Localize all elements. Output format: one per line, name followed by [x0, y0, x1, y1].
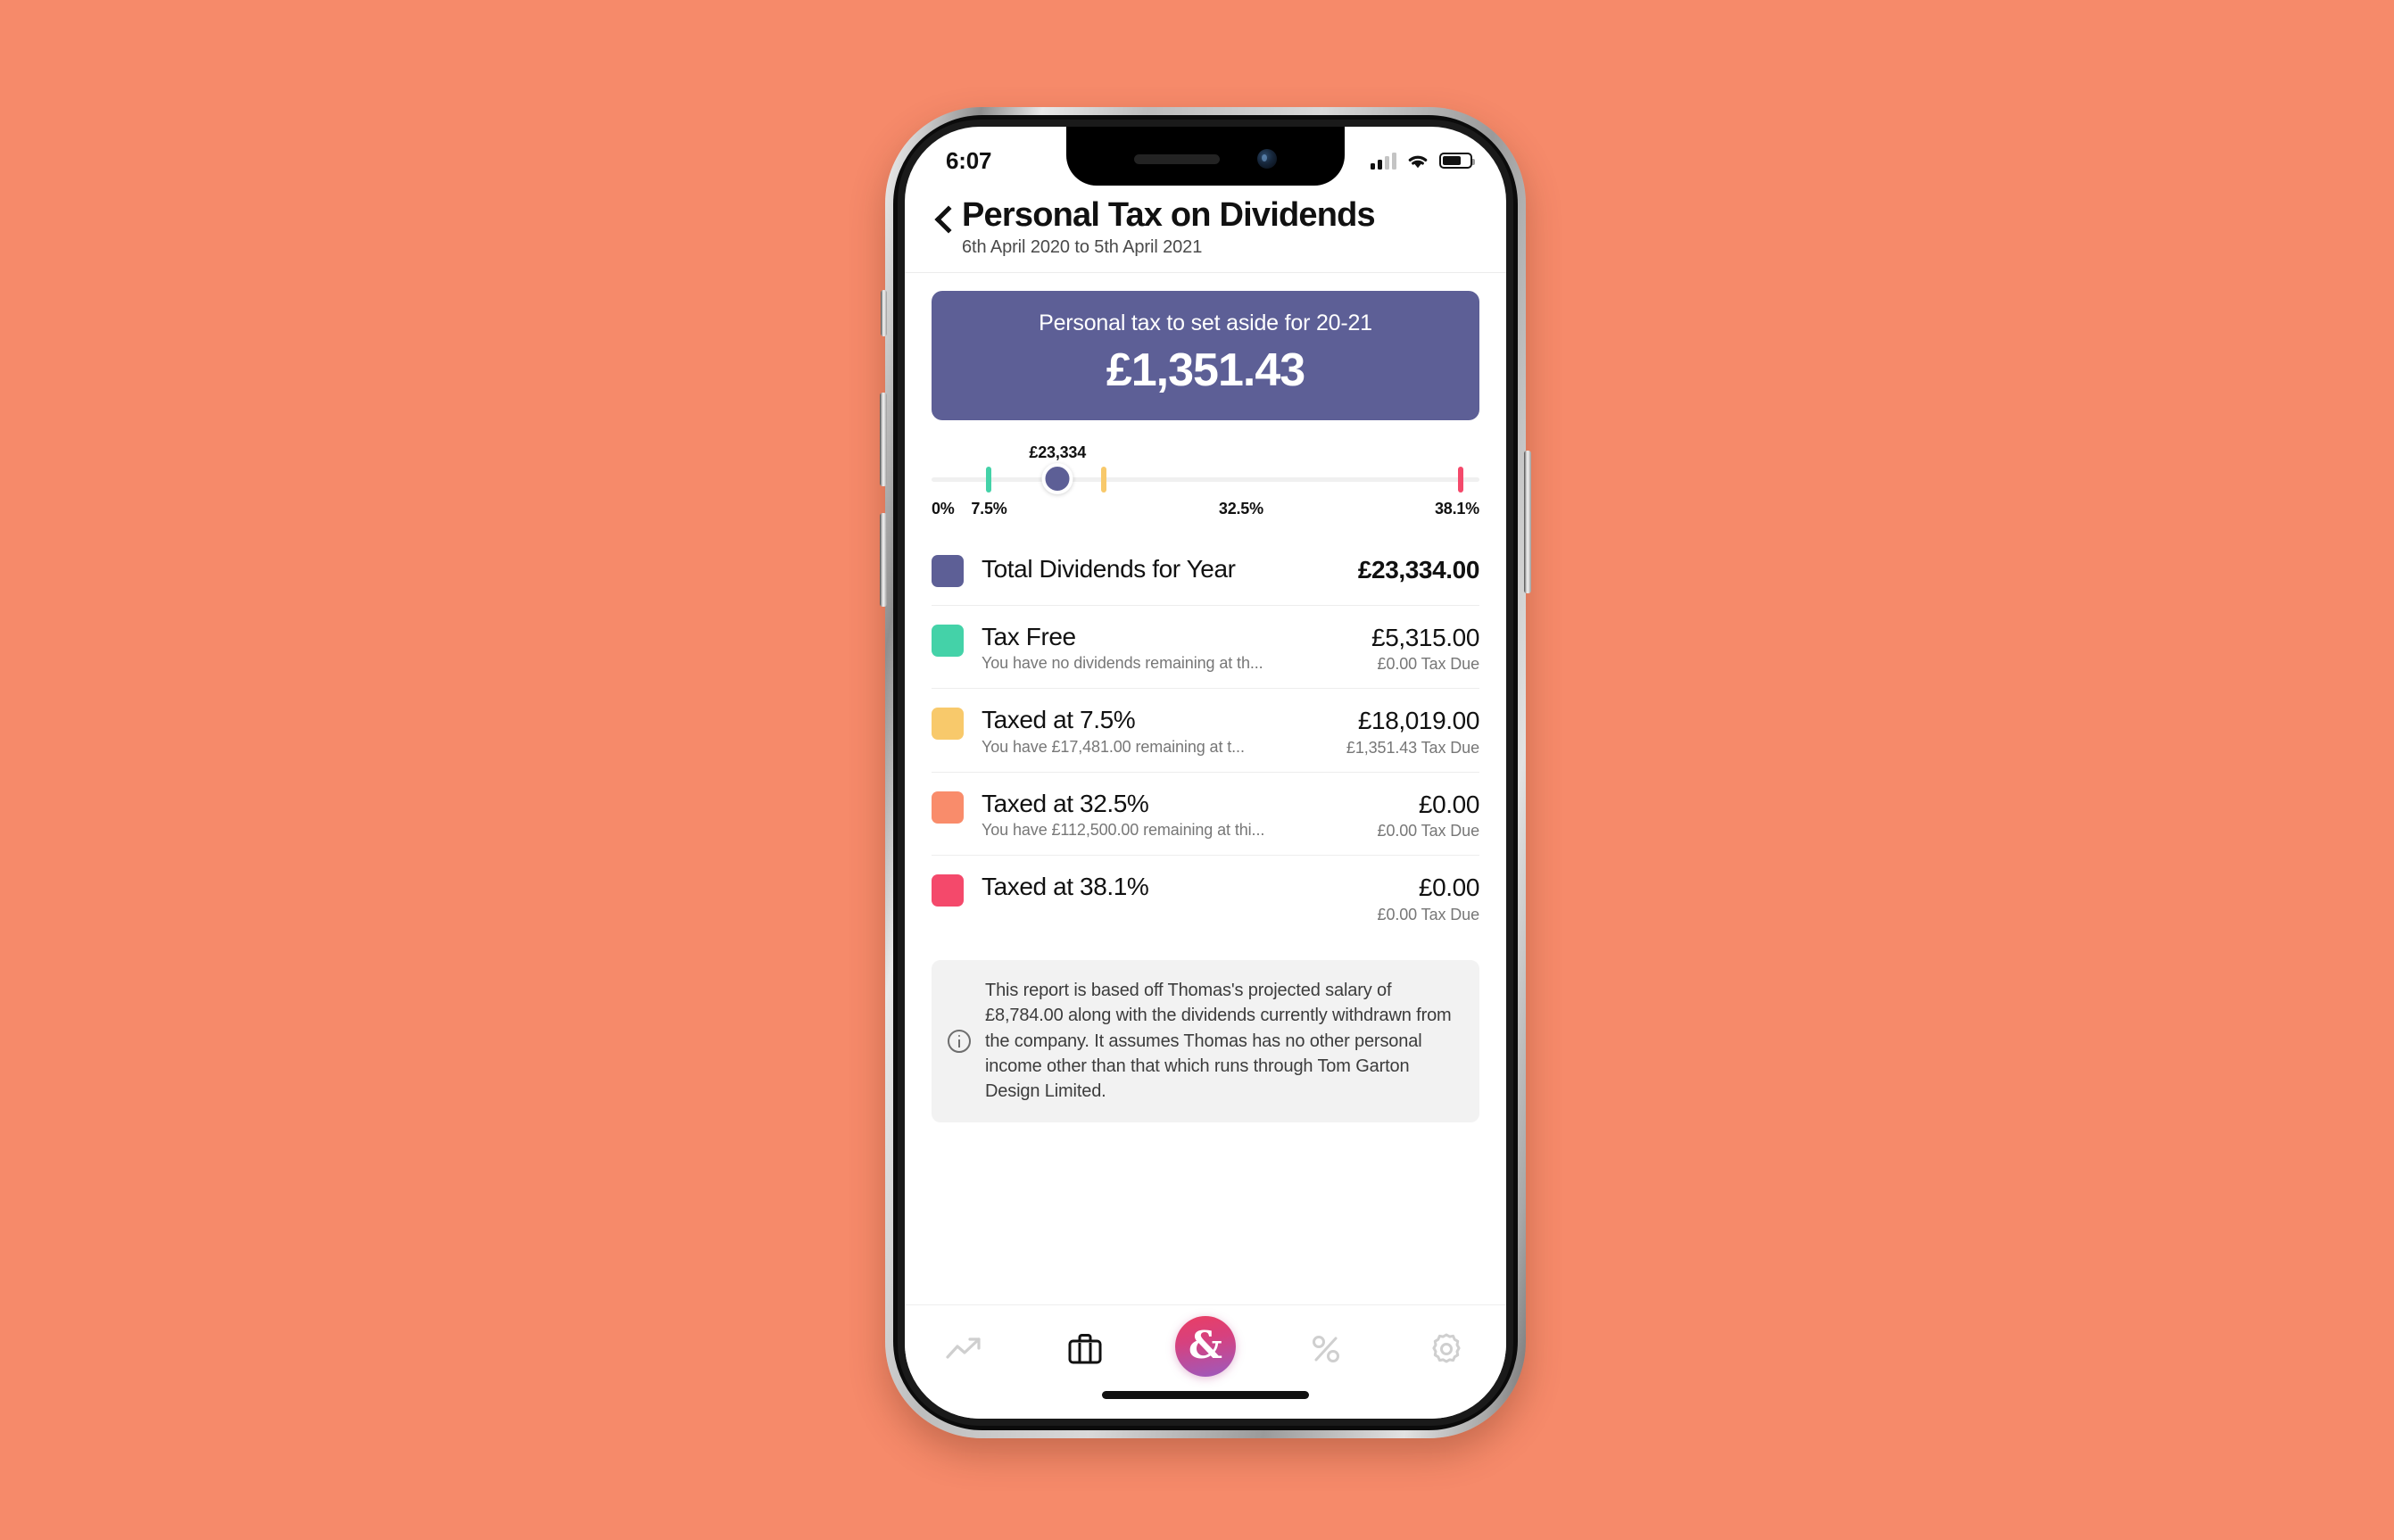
tab-ampersand-action[interactable]: & [1167, 1316, 1244, 1377]
summary-label: Personal tax to set aside for 20-21 [1039, 310, 1372, 335]
tax-band-row-tax-free[interactable]: Tax Free You have no dividends remaining … [932, 606, 1479, 690]
home-indicator[interactable] [1102, 1391, 1309, 1399]
slider-axis-label-1: 7.5% [971, 499, 1007, 517]
row-tax-due-note: £0.00 Tax Due [1377, 905, 1480, 923]
row-main: Taxed at 38.1% [964, 872, 1378, 902]
row-tax-due-note: £0.00 Tax Due [1377, 655, 1480, 674]
briefcase-icon [1068, 1334, 1102, 1364]
color-swatch-icon [932, 624, 964, 657]
slider-axis-label-0: 0% [932, 499, 955, 517]
row-subtitle: You have no dividends remaining at th... [982, 654, 1263, 673]
slider-knob[interactable] [1041, 462, 1073, 494]
slider-tick-band-7-5-end [1101, 466, 1107, 493]
percent-icon [1312, 1336, 1339, 1362]
tax-band-row-taxed-32-5[interactable]: Taxed at 32.5% You have £112,500.00 remai… [932, 773, 1479, 857]
tax-band-list: Total Dividends for Year £23,334.00 Tax Fr… [932, 534, 1479, 939]
tax-band-row-taxed-38-1[interactable]: Taxed at 38.1% £0.00 £0.00 Tax Due [932, 856, 1479, 939]
phone-mockup: 6:07 Personal Tax on Dividends 6th April… [880, 107, 1531, 1438]
earpiece-speaker-icon [1134, 153, 1220, 164]
row-right: £23,334.00 [1357, 554, 1480, 585]
ampersand-fab[interactable]: & [1174, 1316, 1236, 1377]
row-main: Tax Free You have no dividends remaining … [964, 622, 1371, 674]
slider-tick-tax-free-end [986, 466, 992, 493]
color-swatch-icon [932, 791, 964, 824]
row-title: Taxed at 32.5% [982, 789, 1149, 817]
status-indicators [1371, 152, 1475, 170]
row-value: £0.00 [1418, 790, 1479, 818]
color-swatch-icon [932, 554, 964, 587]
row-value: £5,315.00 [1371, 623, 1479, 651]
wifi-icon [1408, 155, 1428, 168]
battery-icon [1439, 153, 1475, 169]
cellular-signal-icon [1371, 152, 1396, 170]
row-right: £0.00 £0.00 Tax Due [1377, 789, 1480, 841]
slider-tick-band-38-1-mark [1457, 466, 1463, 493]
color-swatch-icon [932, 874, 964, 907]
row-value: £18,019.00 [1357, 707, 1480, 735]
summary-card[interactable]: Personal tax to set aside for 20-21 £1,3… [932, 290, 1479, 420]
disclaimer-note: This report is based off Thomas's projec… [932, 959, 1479, 1122]
page-content: Personal tax to set aside for 20-21 £1,3… [905, 290, 1506, 1122]
volume-down-button[interactable] [880, 513, 887, 607]
gear-icon [1431, 1333, 1461, 1363]
row-subtitle: You have £17,481.00 remaining at t... [982, 737, 1245, 756]
row-right: £0.00 £0.00 Tax Due [1377, 872, 1480, 924]
tax-band-slider[interactable]: £23,334 0% 7.5% 32.5% 38.1% [932, 443, 1479, 526]
trending-up-icon [946, 1337, 981, 1359]
phone-screen: 6:07 Personal Tax on Dividends 6th April… [905, 127, 1506, 1419]
tab-briefcase[interactable] [1047, 1321, 1123, 1377]
silent-switch[interactable] [881, 290, 887, 336]
power-button[interactable] [1524, 451, 1531, 593]
tab-percent[interactable] [1288, 1321, 1364, 1377]
status-time: 6:07 [946, 146, 992, 174]
ampersand-glyph: & [1189, 1322, 1222, 1367]
tax-band-row-total-dividends[interactable]: Total Dividends for Year £23,334.00 [932, 534, 1479, 606]
info-circle-icon [948, 1029, 971, 1053]
tab-trending-up[interactable] [926, 1321, 1003, 1377]
slider-axis-label-3: 38.1% [1434, 499, 1479, 517]
summary-amount: £1,351.43 [1106, 344, 1305, 396]
chevron-left-icon[interactable] [932, 202, 958, 243]
row-right: £18,019.00 £1,351.43 Tax Due [1346, 705, 1479, 758]
row-main: Taxed at 32.5% You have £112,500.00 remai… [964, 789, 1378, 840]
row-main: Total Dividends for Year [964, 554, 1358, 584]
row-title: Total Dividends for Year [982, 555, 1236, 584]
color-swatch-icon [932, 708, 964, 741]
notch [1066, 127, 1345, 186]
row-tax-due-note: £1,351.43 Tax Due [1346, 738, 1479, 757]
bottom-tab-bar: & [905, 1304, 1506, 1419]
row-main: Taxed at 7.5% You have £17,481.00 remaini… [964, 705, 1346, 757]
slider-track [932, 476, 1479, 482]
page-title: Personal Tax on Dividends [962, 196, 1376, 234]
row-title: Taxed at 38.1% [982, 873, 1149, 901]
volume-up-button[interactable] [880, 393, 887, 486]
disclaimer-text: This report is based off Thomas's projec… [985, 980, 1452, 1102]
row-title: Tax Free [982, 622, 1076, 650]
slider-axis-label-2: 32.5% [1218, 499, 1263, 517]
tax-band-row-taxed-7-5[interactable]: Taxed at 7.5% You have £17,481.00 remaini… [932, 689, 1479, 773]
page-subtitle: 6th April 2020 to 5th April 2021 [962, 236, 1203, 257]
row-title: Taxed at 7.5% [982, 706, 1136, 734]
front-camera-icon [1257, 149, 1277, 169]
tab-settings[interactable] [1408, 1321, 1485, 1377]
row-value: £0.00 [1418, 873, 1479, 902]
row-subtitle: You have £112,500.00 remaining at thi... [982, 821, 1265, 840]
row-tax-due-note: £0.00 Tax Due [1377, 822, 1480, 840]
row-right: £5,315.00 £0.00 Tax Due [1371, 622, 1479, 675]
row-value: £23,334.00 [1357, 555, 1480, 584]
slider-value-caption: £23,334 [1029, 443, 1087, 461]
